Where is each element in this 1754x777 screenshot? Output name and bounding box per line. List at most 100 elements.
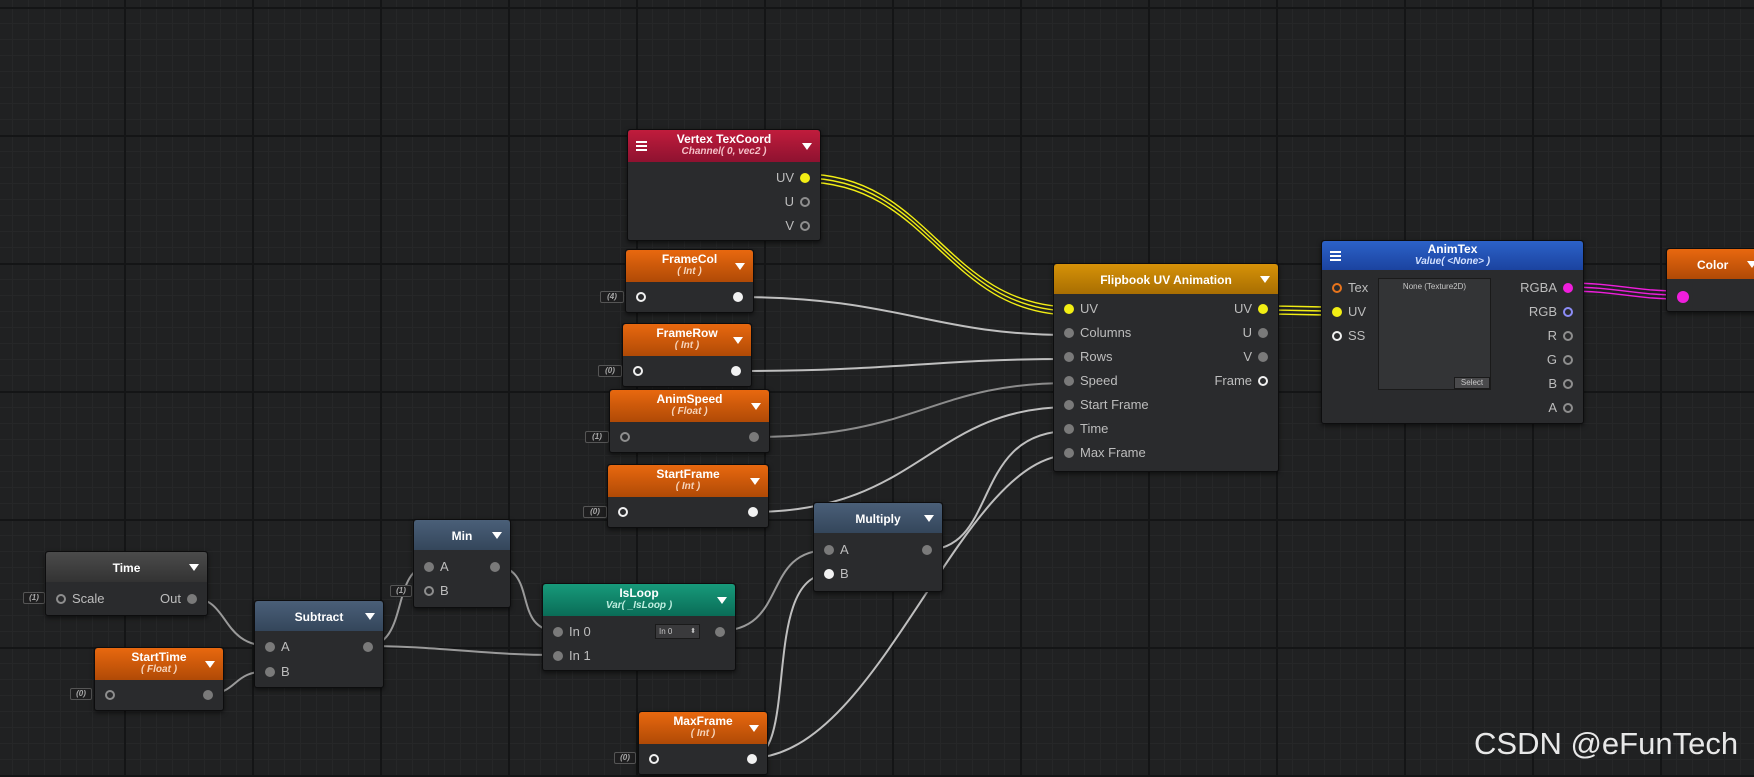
default-value-starttime[interactable]: (0) xyxy=(70,688,92,700)
dropdown-arrow-icon[interactable] xyxy=(733,337,743,344)
input-pin-columns[interactable] xyxy=(1064,328,1074,338)
input-pin-in1[interactable] xyxy=(553,651,563,661)
default-value-animspeed[interactable]: (1) xyxy=(585,431,609,443)
input-pin-in0[interactable] xyxy=(553,627,563,637)
default-value-min-b[interactable]: (1) xyxy=(390,585,412,597)
node-header[interactable]: FrameCol ( Int ) xyxy=(626,250,753,282)
node-header[interactable]: FrameRow ( Int ) xyxy=(623,324,751,356)
dropdown-arrow-icon[interactable] xyxy=(205,661,215,668)
input-pin-tex[interactable] xyxy=(1332,283,1342,293)
output-pin-rgb[interactable] xyxy=(1563,307,1573,317)
default-value-framerow[interactable]: (0) xyxy=(598,365,622,377)
min-node[interactable]: Min A B xyxy=(413,519,511,608)
output-pin[interactable] xyxy=(731,366,741,376)
framerow-node[interactable]: FrameRow ( Int ) xyxy=(622,323,752,387)
subtract-node[interactable]: Subtract A B xyxy=(254,600,384,688)
input-pin-scale[interactable] xyxy=(56,594,66,604)
input-pin-speed[interactable] xyxy=(1064,376,1074,386)
node-header[interactable]: Flipbook UV Animation xyxy=(1054,264,1278,294)
output-pin-v[interactable] xyxy=(800,221,810,231)
input-pin-max-frame[interactable] xyxy=(1064,448,1074,458)
node-header[interactable]: MaxFrame ( Int ) xyxy=(639,712,767,744)
node-header[interactable]: StartFrame ( Int ) xyxy=(608,465,768,497)
input-pin-b[interactable] xyxy=(824,569,834,579)
texture-preview[interactable]: None (Texture2D) Select xyxy=(1378,278,1491,390)
node-header[interactable]: Multiply xyxy=(814,503,942,533)
node-header[interactable]: Subtract xyxy=(255,601,383,631)
default-value-time-scale[interactable]: (1) xyxy=(23,592,45,604)
menu-icon[interactable] xyxy=(1330,250,1341,261)
output-pin[interactable] xyxy=(715,627,725,637)
input-pin[interactable] xyxy=(620,432,630,442)
dropdown-arrow-icon[interactable] xyxy=(492,532,502,539)
isloop-node[interactable]: IsLoop Var( _IsLoop ) In 0 In 1 In 0 ⬍ xyxy=(542,583,736,671)
input-pin-rows[interactable] xyxy=(1064,352,1074,362)
output-pin-frame[interactable] xyxy=(1258,376,1268,386)
dropdown-arrow-icon[interactable] xyxy=(750,478,760,485)
startframe-node[interactable]: StartFrame ( Int ) xyxy=(607,464,769,528)
input-pin-a[interactable] xyxy=(424,562,434,572)
dropdown-arrow-icon[interactable] xyxy=(749,725,759,732)
node-header[interactable]: AnimTex Value( <None> ) xyxy=(1322,241,1583,270)
output-pin-u[interactable] xyxy=(1258,328,1268,338)
input-pin[interactable] xyxy=(636,292,646,302)
input-pin[interactable] xyxy=(1677,291,1689,303)
input-pin[interactable] xyxy=(618,507,628,517)
input-select-dropdown[interactable]: In 0 ⬍ xyxy=(655,624,700,639)
dropdown-arrow-icon[interactable] xyxy=(735,263,745,270)
multiply-node[interactable]: Multiply A B xyxy=(813,502,943,592)
dropdown-arrow-icon[interactable] xyxy=(365,613,375,620)
vertex-texcoord-node[interactable]: Vertex TexCoord Channel( 0, vec2 ) UV U … xyxy=(627,129,821,241)
time-node[interactable]: Time Scale Out xyxy=(45,551,208,616)
flipbook-uv-animation-node[interactable]: Flipbook UV Animation UV Columns Rows Sp… xyxy=(1053,263,1279,472)
animspeed-node[interactable]: AnimSpeed ( Float ) xyxy=(609,389,770,453)
output-pin[interactable] xyxy=(363,642,373,652)
dropdown-arrow-icon[interactable] xyxy=(1260,276,1270,283)
output-pin-r[interactable] xyxy=(1563,331,1573,341)
output-pin-rgba[interactable] xyxy=(1563,283,1573,293)
output-pin[interactable] xyxy=(749,432,759,442)
node-header[interactable]: Min xyxy=(414,520,510,550)
input-pin-time[interactable] xyxy=(1064,424,1074,434)
output-pin-out[interactable] xyxy=(187,594,197,604)
input-pin-b[interactable] xyxy=(265,667,275,677)
dropdown-arrow-icon[interactable] xyxy=(1747,261,1754,268)
input-pin-start-frame[interactable] xyxy=(1064,400,1074,410)
node-header[interactable]: IsLoop Var( _IsLoop ) xyxy=(543,584,735,616)
output-pin-a[interactable] xyxy=(1563,403,1573,413)
dropdown-arrow-icon[interactable] xyxy=(751,403,761,410)
input-pin[interactable] xyxy=(105,690,115,700)
input-pin[interactable] xyxy=(633,366,643,376)
node-header[interactable]: Time xyxy=(46,552,207,582)
maxframe-node[interactable]: MaxFrame ( Int ) xyxy=(638,711,768,775)
dropdown-arrow-icon[interactable] xyxy=(717,597,727,604)
animtex-node[interactable]: AnimTex Value( <None> ) Tex UV SS None (… xyxy=(1321,240,1584,424)
node-header[interactable]: AnimSpeed ( Float ) xyxy=(610,390,769,422)
default-value-maxframe[interactable]: (0) xyxy=(614,752,636,764)
default-value-framecol[interactable]: (4) xyxy=(600,291,624,303)
starttime-node[interactable]: StartTime ( Float ) xyxy=(94,647,224,711)
output-pin-u[interactable] xyxy=(800,197,810,207)
input-pin-a[interactable] xyxy=(265,642,275,652)
output-pin[interactable] xyxy=(922,545,932,555)
dropdown-arrow-icon[interactable] xyxy=(189,564,199,571)
output-pin-v[interactable] xyxy=(1258,352,1268,362)
default-value-startframe[interactable]: (0) xyxy=(583,506,607,518)
node-header[interactable]: StartTime ( Float ) xyxy=(95,648,223,680)
framecol-node[interactable]: FrameCol ( Int ) xyxy=(625,249,754,313)
input-pin-uv[interactable] xyxy=(1332,307,1342,317)
input-pin-a[interactable] xyxy=(824,545,834,555)
output-pin-g[interactable] xyxy=(1563,355,1573,365)
input-pin-b[interactable] xyxy=(424,586,434,596)
output-pin[interactable] xyxy=(748,507,758,517)
select-texture-button[interactable]: Select xyxy=(1454,377,1490,389)
menu-icon[interactable] xyxy=(636,141,647,151)
output-pin[interactable] xyxy=(733,292,743,302)
output-pin[interactable] xyxy=(490,562,500,572)
color-node[interactable]: Color xyxy=(1666,248,1754,312)
node-header[interactable]: Vertex TexCoord Channel( 0, vec2 ) xyxy=(628,130,820,162)
output-pin-b[interactable] xyxy=(1563,379,1573,389)
input-pin[interactable] xyxy=(649,754,659,764)
output-pin-uv[interactable] xyxy=(800,173,810,183)
output-pin[interactable] xyxy=(747,754,757,764)
